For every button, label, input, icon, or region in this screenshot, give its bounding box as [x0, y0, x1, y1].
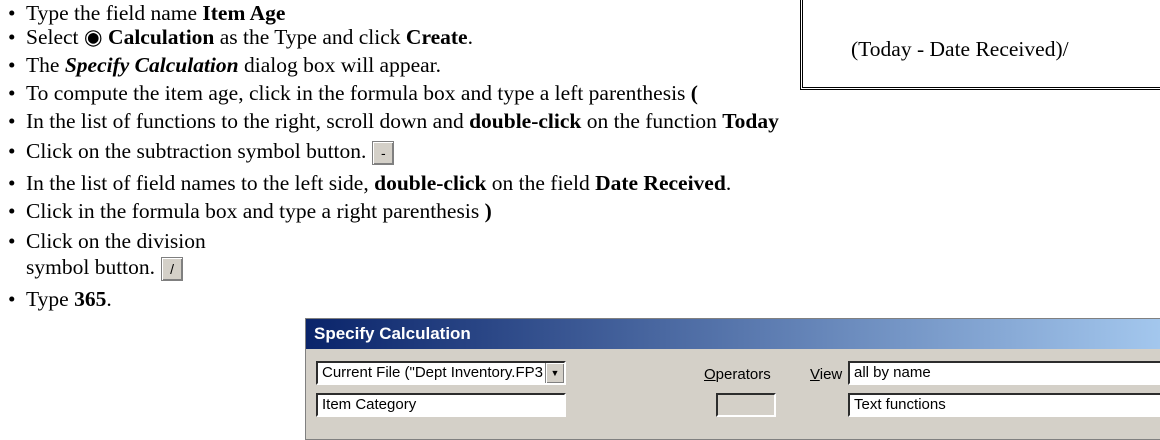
bullet: • — [8, 199, 16, 223]
field-name-item-age: Item Age — [202, 1, 286, 25]
view-label: View — [810, 366, 843, 383]
bullet: • — [8, 287, 16, 311]
function-list[interactable]: Text functions — [848, 393, 1160, 417]
formula-callout: (Today - Date Received)/ — [800, 0, 1160, 90]
field-list[interactable]: Item Category — [316, 393, 566, 417]
instruction-line-5: • In the list of functions to the right, … — [8, 109, 779, 133]
left-paren: ( — [690, 81, 698, 105]
right-paren: ) — [484, 199, 492, 223]
file-select[interactable]: Current File ("Dept Inventory.FP3 ▼ — [316, 361, 566, 385]
double-click-label: double-click — [469, 109, 582, 133]
value-365: 365 — [74, 287, 107, 311]
instruction-line-10: • Type 365. — [8, 287, 112, 311]
bullet: • — [8, 171, 16, 195]
date-received-field: Date Received — [595, 171, 726, 195]
formula-text: (Today - Date Received)/ — [851, 37, 1069, 61]
instruction-line-4: • To compute the item age, click in the f… — [8, 81, 698, 105]
dialog-name: Specify Calculation — [64, 53, 239, 77]
bullet: • — [8, 53, 16, 77]
bullet: • — [8, 25, 16, 49]
calculation-option: ◉ Calculation — [83, 25, 215, 49]
instruction-line-8: • Click in the formula box and type a rig… — [8, 199, 492, 223]
instruction-line-1: • Type the field name Item Age — [8, 1, 286, 25]
subtraction-button[interactable]: - — [372, 141, 395, 166]
today-function: Today — [722, 109, 779, 133]
double-click-label: double-click — [374, 171, 487, 195]
operators-list[interactable] — [716, 393, 776, 417]
instruction-line-3: • The Specify Calculation dialog box will… — [8, 53, 442, 77]
operators-label: Operators — [704, 366, 771, 383]
bullet: • — [8, 139, 16, 163]
bullet: • — [8, 109, 16, 133]
division-button[interactable]: / — [161, 257, 184, 282]
create-label: Create — [405, 25, 468, 49]
bullet: • — [8, 81, 16, 105]
instruction-line-9b: symbol button. / — [26, 254, 184, 282]
instruction-line-7: • In the list of field names to the left … — [8, 171, 732, 195]
instruction-line-2: • Select ◉ Calculation as the Type and cl… — [8, 25, 473, 49]
bullet: • — [8, 229, 16, 253]
bullet: • — [8, 1, 16, 25]
view-select[interactable]: all by name — [848, 361, 1160, 385]
chevron-down-icon[interactable]: ▼ — [545, 363, 564, 383]
instruction-line-6: • Click on the subtraction symbol button.… — [8, 138, 395, 166]
instruction-line-9: • Click on the division — [8, 229, 206, 253]
specify-calculation-dialog: Specify Calculation Current File ("Dept … — [305, 318, 1160, 440]
dialog-title: Specify Calculation — [306, 319, 1160, 349]
